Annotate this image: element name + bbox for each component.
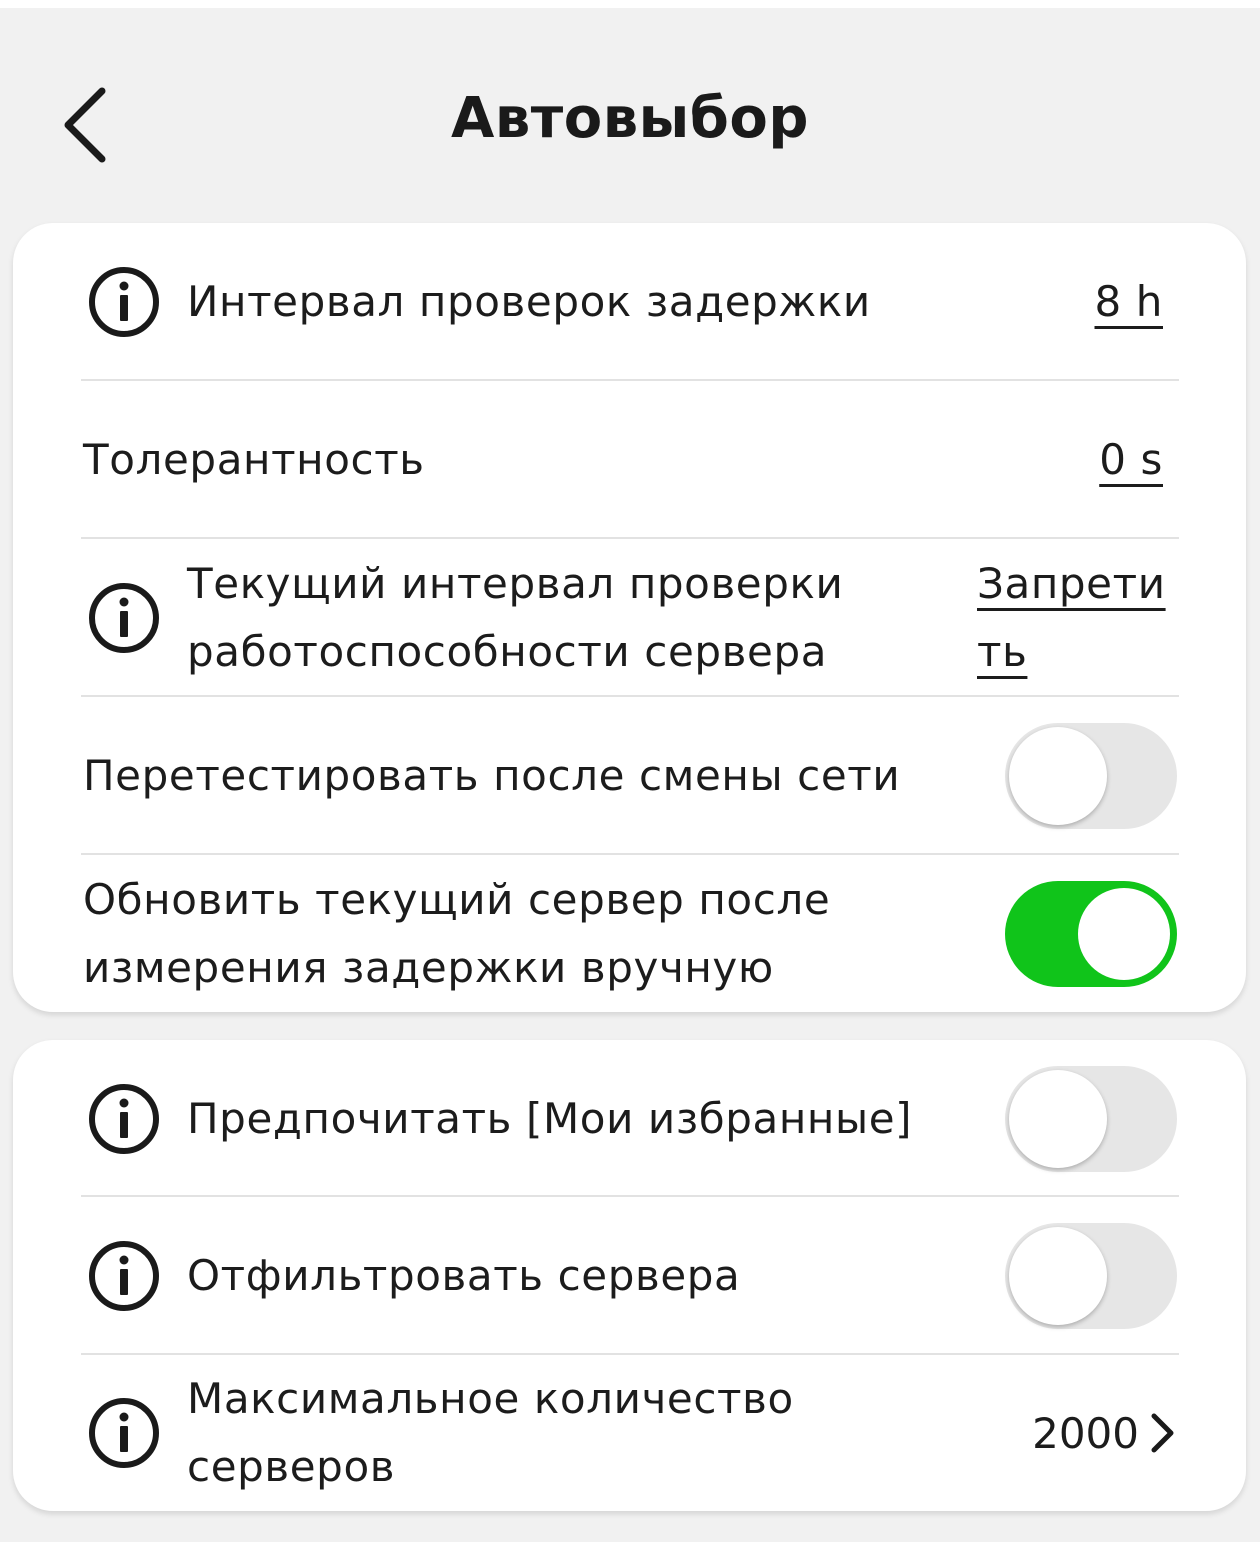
update-after-manual-label-line1: Обновить текущий сервер после [83,875,831,924]
info-icon[interactable] [87,1082,161,1156]
health-check-label-line2: работоспособности сервера [187,627,828,676]
update-after-manual-label-line2: измерения задержки вручную [83,943,774,992]
filter-servers-toggle[interactable] [1005,1223,1177,1329]
update-after-manual-label: Обновить текущий сервер после измерения … [83,866,1005,1002]
max-servers-label: Максимальное количество серверов [187,1365,1032,1501]
max-servers-value[interactable]: 2000 [1032,1409,1177,1458]
toggle-knob [1009,727,1107,825]
toggle-knob [1078,888,1170,980]
info-icon[interactable] [87,1239,161,1313]
latency-interval-label: Интервал проверок задержки [187,277,871,326]
health-check-label: Текущий интервал проверки работоспособно… [187,550,977,686]
status-bar-strip [0,0,1260,8]
prefer-favorites-row: Предпочитать [Мои избранные] [81,1040,1179,1197]
health-check-value-line1[interactable]: Запрети [977,550,1171,618]
health-check-row[interactable]: Текущий интервал проверки работоспособно… [81,539,1179,697]
tolerance-row[interactable]: Толерантность 0 s [81,381,1179,539]
page-title: Автовыбор [451,86,809,151]
info-icon[interactable] [87,581,161,655]
update-after-manual-toggle[interactable] [1005,881,1177,987]
tolerance-value[interactable]: 0 s [1099,426,1163,494]
max-servers-row[interactable]: Максимальное количество серверов 2000 [81,1355,1179,1511]
info-icon[interactable] [87,1396,161,1470]
health-check-label-line1: Текущий интервал проверки [187,559,844,608]
latency-interval-value[interactable]: 8 h [1095,268,1164,336]
info-icon[interactable] [87,265,161,339]
max-servers-value-text: 2000 [1032,1408,1139,1458]
update-after-manual-row: Обновить текущий сервер после измерения … [81,855,1179,1013]
max-servers-label-line2: серверов [187,1442,396,1491]
filter-servers-label: Отфильтровать сервера [187,1251,741,1300]
toggle-knob [1009,1227,1107,1325]
retest-network-label: Перетестировать после смены сети [83,751,901,800]
header: Автовыбор [0,8,1260,222]
retest-network-toggle[interactable] [1005,723,1177,829]
prefer-favorites-toggle[interactable] [1005,1065,1177,1172]
retest-network-row: Перетестировать после смены сети [81,697,1179,855]
settings-group-autoselect: Интервал проверок задержки 8 h Толерантн… [13,223,1246,1012]
health-check-value-line2[interactable]: ть [977,618,1171,686]
settings-group-servers: Предпочитать [Мои избранные] Отфильтрова… [13,1040,1246,1511]
health-check-value[interactable]: Запрети ть [977,550,1171,686]
toggle-knob [1009,1069,1107,1168]
latency-interval-row[interactable]: Интервал проверок задержки 8 h [81,223,1179,381]
tolerance-label: Толерантность [83,435,425,484]
prefer-favorites-label: Предпочитать [Мои избранные] [187,1093,913,1143]
max-servers-label-line1: Максимальное количество [187,1374,794,1423]
filter-servers-row: Отфильтровать сервера [81,1197,1179,1355]
chevron-right-icon [1151,1413,1174,1453]
